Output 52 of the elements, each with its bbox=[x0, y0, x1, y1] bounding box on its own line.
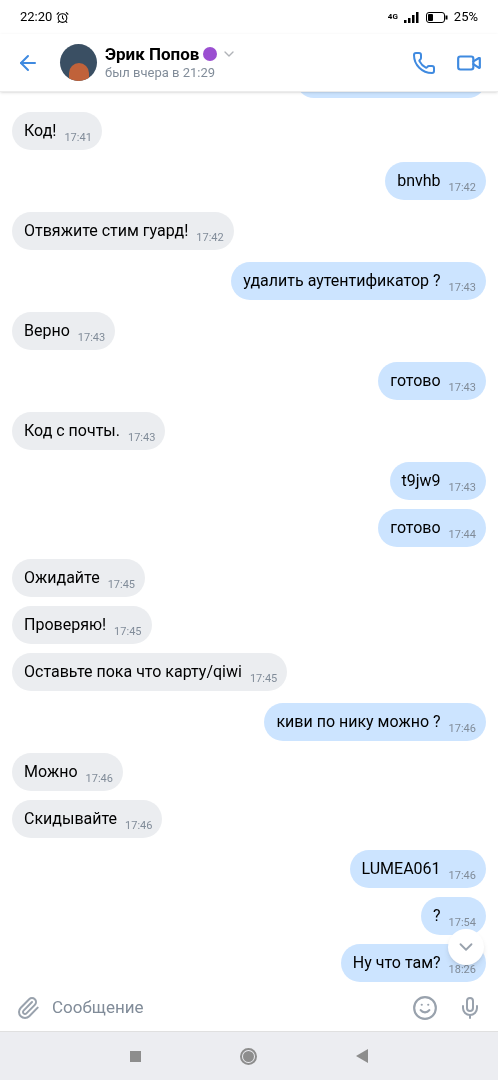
message-time: 17:43 bbox=[77, 332, 106, 343]
message-time: 17:43 bbox=[448, 482, 476, 493]
message-text: Верно bbox=[24, 320, 70, 342]
message-text: готово bbox=[390, 517, 441, 539]
message-text: t9jw9 bbox=[401, 470, 441, 492]
contact-name: Эрик Попов bbox=[105, 43, 200, 65]
clock-time: 22:20 bbox=[20, 8, 53, 27]
message-time: 17:43 bbox=[448, 282, 476, 293]
message-time: 17:41 bbox=[64, 132, 92, 143]
message-text: Можно bbox=[24, 761, 78, 783]
call-button[interactable] bbox=[412, 50, 436, 75]
attach-button[interactable] bbox=[16, 995, 40, 1020]
last-seen-status: был вчера в 21:29 bbox=[105, 65, 217, 82]
message-text: готово bbox=[390, 370, 441, 392]
message-text: ? bbox=[433, 905, 441, 927]
message-text: Скидывайте bbox=[24, 808, 117, 830]
message-text: LUMEA061 bbox=[361, 858, 441, 880]
message-time: 17:45 bbox=[107, 579, 136, 590]
message-text: Отвяжите стим гуард! bbox=[24, 220, 189, 242]
message-time: 17:45 bbox=[249, 673, 278, 684]
message-text: Оставьте пока что карту/qiwi bbox=[24, 661, 242, 683]
message-time: 17:54 bbox=[448, 917, 476, 928]
message-time: 17:46 bbox=[448, 870, 476, 881]
message-text: киви по нику можно ? bbox=[276, 711, 441, 733]
message-text: Код с почты. bbox=[24, 420, 120, 442]
back-nav-button[interactable] bbox=[356, 1049, 369, 1063]
network-type: 4G bbox=[387, 13, 398, 21]
recent-apps-button[interactable] bbox=[129, 1050, 141, 1062]
message-time: 18:26 bbox=[448, 964, 476, 975]
message-time: 17:46 bbox=[85, 773, 113, 784]
message-text: Ну что там? bbox=[352, 952, 441, 974]
message-time: 17:42 bbox=[448, 182, 476, 193]
message-time: 17:44 bbox=[448, 529, 476, 540]
battery-icon bbox=[425, 11, 448, 23]
emoji-button[interactable] bbox=[412, 994, 438, 1021]
message-time: 17:42 bbox=[196, 232, 224, 243]
signal-icon bbox=[403, 11, 420, 23]
message-field[interactable]: Сообщение bbox=[52, 994, 400, 1021]
message-time: 17:46 bbox=[448, 723, 476, 734]
message-text: bnvhb bbox=[397, 170, 441, 192]
avatar bbox=[60, 44, 97, 81]
message-time: 17:43 bbox=[128, 432, 156, 443]
alarm-icon bbox=[56, 10, 70, 24]
message-text: Ожидайте bbox=[24, 567, 100, 589]
message-time: 17:46 bbox=[125, 820, 153, 831]
battery-level: 25% bbox=[453, 8, 478, 27]
message-text: Код! bbox=[24, 120, 57, 142]
message-text: удалить аутентификатор ? bbox=[243, 270, 441, 292]
message-time: 17:43 bbox=[448, 382, 476, 393]
message-text: Проверяю! bbox=[24, 614, 107, 636]
message-time: 17:45 bbox=[114, 626, 142, 637]
home-button[interactable] bbox=[240, 1047, 257, 1065]
